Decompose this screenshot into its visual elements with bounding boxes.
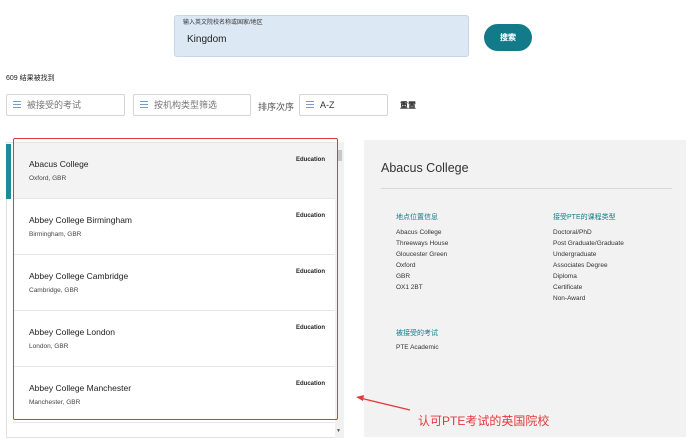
exam-item: PTE Academic bbox=[396, 344, 439, 351]
result-location: London, GBR bbox=[29, 343, 69, 350]
program-item: Diploma bbox=[553, 273, 577, 280]
address-block: Abacus College Threeways House Glouceste… bbox=[396, 227, 448, 293]
programs-heading: 接受PTE的课程类型 bbox=[553, 214, 616, 221]
result-location: Cambridge, GBR bbox=[29, 287, 79, 294]
program-item: Certificate bbox=[553, 284, 583, 291]
list-item[interactable]: Abacus College Oxford, GBR Education bbox=[13, 143, 335, 199]
search-input-value[interactable]: Kingdom bbox=[187, 34, 226, 45]
program-item: Associates Degree bbox=[553, 262, 608, 269]
search-input-label: 输入英文院校名称或国家/地区 bbox=[183, 20, 263, 26]
result-type: Education bbox=[295, 157, 325, 163]
selected-indicator bbox=[6, 144, 11, 199]
list-icon bbox=[140, 101, 148, 109]
program-item: Doctoral/PhD bbox=[553, 229, 592, 236]
institution-type-filter-placeholder: 按机构类型筛选 bbox=[154, 100, 218, 110]
sort-select-value: A-Z bbox=[320, 100, 335, 110]
program-item: Post Graduate/Graduate bbox=[553, 240, 624, 247]
results-count: 609 结果被找到 bbox=[6, 75, 55, 82]
arrow-icon bbox=[356, 395, 411, 411]
list-item[interactable]: Abbey College Birmingham Birmingham, GBR… bbox=[13, 199, 335, 255]
result-type: Education bbox=[295, 325, 325, 331]
institution-type-filter-select[interactable]: 按机构类型筛选 bbox=[133, 94, 251, 116]
programs-block: Doctoral/PhD Post Graduate/Graduate Unde… bbox=[553, 227, 624, 304]
result-name: Abbey College London bbox=[29, 327, 116, 337]
address-line: OX1 2BT bbox=[396, 284, 423, 291]
list-icon bbox=[13, 101, 21, 109]
address-line: Threeways House bbox=[396, 240, 449, 247]
reset-button[interactable]: 重置 bbox=[400, 100, 416, 111]
result-name: Abacus College bbox=[29, 159, 89, 169]
search-input[interactable]: 输入英文院校名称或国家/地区 Kingdom bbox=[174, 15, 469, 57]
scroll-down-icon[interactable]: ▼ bbox=[336, 428, 341, 434]
list-item[interactable]: Abbey College Manchester Manchester, GBR… bbox=[13, 367, 335, 423]
detail-title: Abacus College bbox=[381, 161, 469, 175]
annotation-text: 认可PTE考试的英国院校 bbox=[418, 414, 550, 428]
result-name: Abbey College Birmingham bbox=[29, 215, 132, 225]
exam-filter-select[interactable]: 被接受的考试 bbox=[6, 94, 125, 116]
exam-filter-placeholder: 被接受的考试 bbox=[27, 100, 82, 110]
exams-block: PTE Academic bbox=[396, 342, 439, 353]
program-item: Non-Award bbox=[553, 295, 586, 302]
address-line: Gloucester Green bbox=[396, 251, 448, 258]
result-name: Abbey College Manchester bbox=[29, 383, 132, 393]
address-line: GBR bbox=[396, 273, 411, 280]
list-item[interactable]: Abbey College Cambridge Cambridge, GBR E… bbox=[13, 255, 335, 311]
sort-label: 排序次序 bbox=[258, 102, 295, 112]
result-type: Education bbox=[295, 213, 325, 219]
address-line: Oxford bbox=[396, 262, 416, 269]
result-location: Birmingham, GBR bbox=[29, 231, 82, 238]
address-line: Abacus College bbox=[396, 229, 442, 236]
sort-select[interactable]: A-Z bbox=[299, 94, 388, 116]
result-type: Education bbox=[295, 269, 325, 275]
list-item[interactable]: Abbey College London London, GBR Educati… bbox=[13, 311, 335, 367]
scrollbar-thumb[interactable] bbox=[337, 150, 342, 161]
location-heading: 地点位置信息 bbox=[396, 214, 438, 221]
result-location: Manchester, GBR bbox=[29, 399, 81, 406]
exams-heading: 被接受的考试 bbox=[396, 330, 438, 337]
result-location: Oxford, GBR bbox=[29, 175, 67, 182]
divider bbox=[381, 188, 672, 189]
result-type: Education bbox=[295, 381, 325, 387]
program-item: Undergraduate bbox=[553, 251, 597, 258]
results-scrollbar[interactable] bbox=[335, 142, 344, 438]
search-button[interactable]: 搜索 bbox=[484, 24, 532, 51]
result-name: Abbey College Cambridge bbox=[29, 271, 129, 281]
list-icon bbox=[306, 101, 314, 109]
